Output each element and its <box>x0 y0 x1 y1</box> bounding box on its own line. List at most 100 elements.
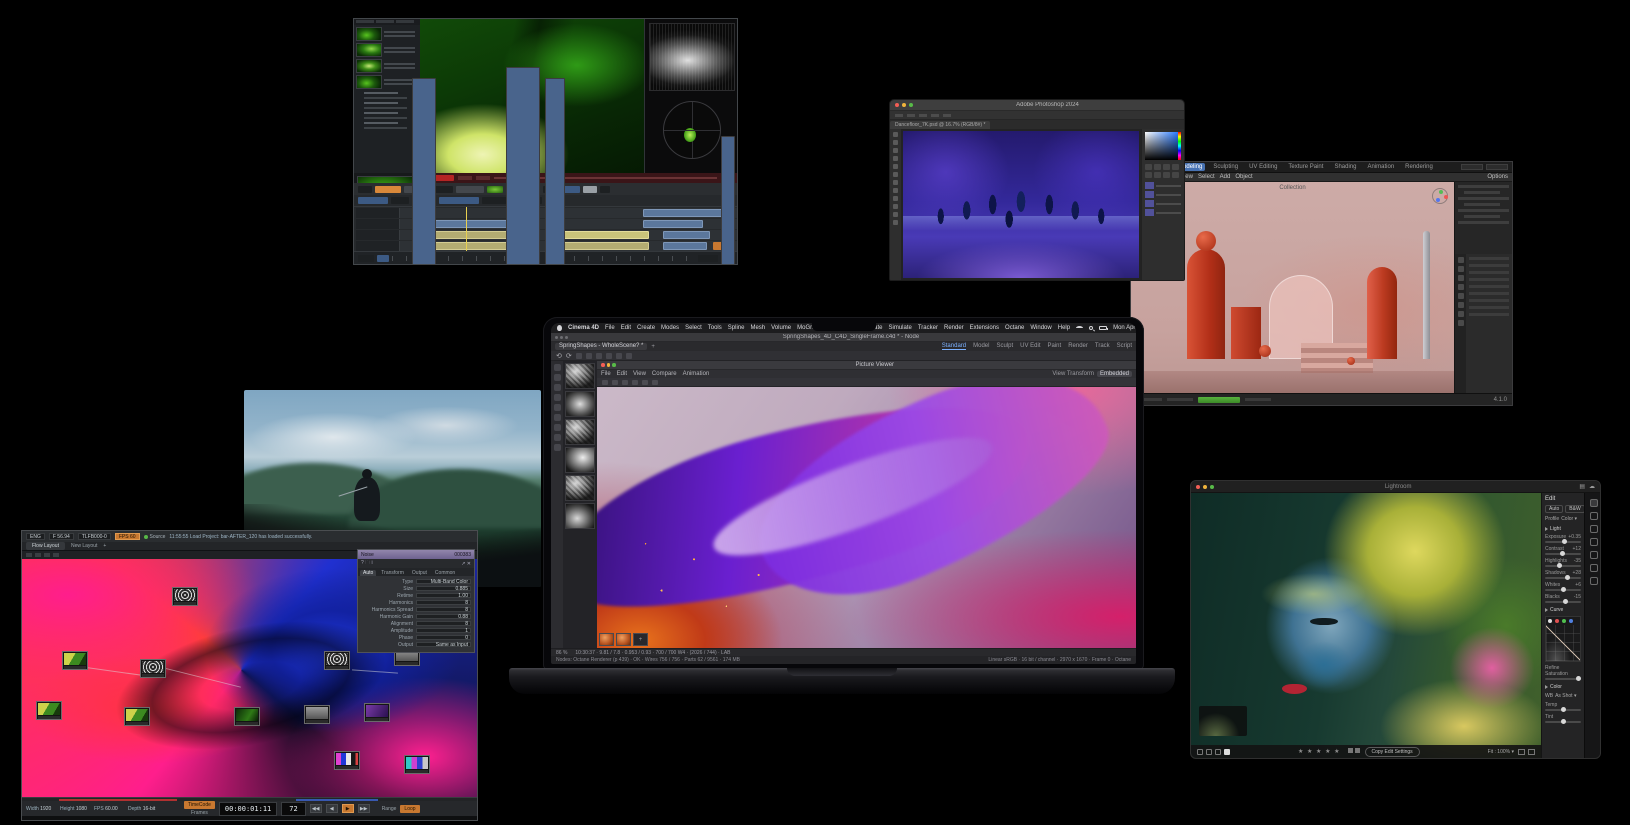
search-icon[interactable] <box>1089 326 1094 330</box>
track-lane[interactable] <box>400 230 737 240</box>
tool-icon[interactable] <box>575 352 582 359</box>
layout-tab[interactable]: Sculpt <box>996 343 1013 350</box>
clip[interactable] <box>662 231 711 239</box>
refine-slider[interactable]: Refine Saturation <box>1545 665 1582 681</box>
photoshop-titlebar[interactable]: Adobe Photoshop 2024 <box>890 100 1184 111</box>
timeline-ruler[interactable] <box>392 255 695 261</box>
view-switcher[interactable] <box>1197 748 1230 755</box>
layout-tab[interactable]: Paint <box>1048 343 1062 350</box>
tool-icon[interactable] <box>652 379 658 385</box>
property-value[interactable]: 0.88 <box>416 614 471 620</box>
c4d-titlebar[interactable]: SpringShapes_4D_C4D_SingleFrame.c4d * - … <box>551 333 1136 342</box>
layout-tab[interactable]: UV Edit <box>1020 343 1040 350</box>
workspace-tab[interactable]: Rendering <box>1402 163 1436 171</box>
tool-icon[interactable] <box>44 553 50 557</box>
node[interactable] <box>304 705 330 724</box>
healing-tool-icon[interactable] <box>1589 525 1598 533</box>
light-section-header[interactable]: Light <box>1545 526 1581 532</box>
layout-tab[interactable]: Standard <box>941 343 967 350</box>
add-material-button[interactable]: + <box>633 633 648 646</box>
slider-track[interactable] <box>1545 719 1581 724</box>
crop-tool-icon[interactable] <box>1589 512 1598 520</box>
setup-button[interactable] <box>545 78 565 264</box>
media-thumb-row[interactable] <box>356 27 418 41</box>
viewport-menu[interactable]: Object <box>1235 174 1252 180</box>
properties-header[interactable]: Noise 000383 <box>358 550 474 559</box>
node[interactable] <box>364 703 390 722</box>
mesh-thumbnail[interactable] <box>565 447 595 473</box>
property-value[interactable]: 8 <box>416 600 471 606</box>
curve-section-header[interactable]: Curve <box>1545 607 1581 613</box>
red-channel-dot[interactable] <box>1555 619 1559 623</box>
menu-item[interactable]: Spline <box>728 325 745 331</box>
clip[interactable] <box>561 242 650 250</box>
media-thumb-row[interactable] <box>356 43 418 57</box>
tool-option[interactable] <box>895 113 903 117</box>
setup-button[interactable] <box>439 197 479 204</box>
edit-slider[interactable]: Temp <box>1545 702 1581 712</box>
properties-panel[interactable] <box>1454 254 1512 393</box>
slider-knob[interactable] <box>1561 707 1566 712</box>
add-tab-button[interactable]: + <box>651 344 655 350</box>
node[interactable] <box>36 701 62 720</box>
slider-knob[interactable] <box>1560 551 1566 556</box>
timecode-field[interactable] <box>698 254 718 262</box>
curve-channels[interactable] <box>1546 617 1580 625</box>
menu-item[interactable]: Edit <box>621 325 631 331</box>
close-button[interactable] <box>601 363 605 367</box>
slider-track[interactable] <box>1545 551 1581 556</box>
asset-thumbnail-strip[interactable] <box>563 361 597 648</box>
node[interactable] <box>234 707 260 726</box>
reel-field[interactable]: TLFB000-0 <box>77 533 111 540</box>
viewport-menu[interactable]: Add <box>1220 174 1231 180</box>
battery-icon[interactable] <box>1099 326 1109 330</box>
zoom-level[interactable]: 86 % <box>556 650 567 656</box>
slider-track[interactable] <box>1545 676 1582 681</box>
tool-icon[interactable] <box>612 379 618 385</box>
record-strip[interactable] <box>420 173 737 183</box>
grade-button[interactable] <box>506 66 540 264</box>
edit-tool-icon[interactable] <box>1589 499 1598 507</box>
menu-item[interactable]: Mesh <box>750 325 765 331</box>
document-tab[interactable]: Dancefloor_7K.psd @ 16.7% (RGB/8#) * <box>890 121 991 129</box>
property-value[interactable]: 0.885 <box>416 586 471 592</box>
tool-icon[interactable] <box>53 553 59 557</box>
reference-thumb[interactable] <box>487 185 503 193</box>
menu-item[interactable]: Tools <box>708 325 722 331</box>
slider-knob[interactable] <box>1561 587 1566 592</box>
zoom-button[interactable] <box>612 363 616 367</box>
mesh-thumbnail[interactable] <box>565 503 595 529</box>
new-layout-tab[interactable]: New Layout <box>71 543 97 549</box>
slider-knob[interactable] <box>1556 563 1562 568</box>
layout-tab[interactable]: Model <box>973 343 989 350</box>
setup-button[interactable] <box>391 197 409 204</box>
media-thumb-row[interactable] <box>356 59 418 73</box>
tone-curve[interactable] <box>1545 616 1581 662</box>
workspace-tab[interactable]: Sculpting <box>1210 163 1241 171</box>
menu-item[interactable]: Window <box>1030 325 1051 331</box>
menu-item[interactable]: File <box>605 325 615 331</box>
mesh-thumbnail[interactable] <box>565 419 595 445</box>
hue-slider[interactable] <box>1178 132 1181 160</box>
menu-item[interactable]: Animation <box>683 371 710 377</box>
mesh-thumbnail[interactable] <box>565 363 595 389</box>
property-value[interactable]: 8 <box>416 607 471 613</box>
track-header[interactable] <box>356 230 400 240</box>
undo-icon[interactable]: ⟲ <box>556 352 562 360</box>
node[interactable] <box>324 651 350 670</box>
menu-item[interactable]: Edit <box>617 371 627 377</box>
tool-icon[interactable] <box>26 553 32 557</box>
properties-tab[interactable]: Transform <box>378 570 407 576</box>
transport-button[interactable] <box>721 135 735 264</box>
material-thumb[interactable] <box>599 633 614 646</box>
slider-track[interactable] <box>1545 539 1581 544</box>
format-field[interactable]: F 56.94 <box>48 533 74 540</box>
fps-field[interactable]: FPS 60 <box>114 533 140 540</box>
minimize-button[interactable] <box>560 335 563 339</box>
slider-knob[interactable] <box>1576 676 1582 681</box>
tool-chip[interactable] <box>358 185 372 193</box>
menu-item[interactable]: Octane <box>1005 325 1024 331</box>
zoom-button[interactable] <box>909 103 913 107</box>
app-menu[interactable]: Cinema 4D <box>568 325 599 331</box>
slider-track[interactable] <box>1545 707 1581 712</box>
